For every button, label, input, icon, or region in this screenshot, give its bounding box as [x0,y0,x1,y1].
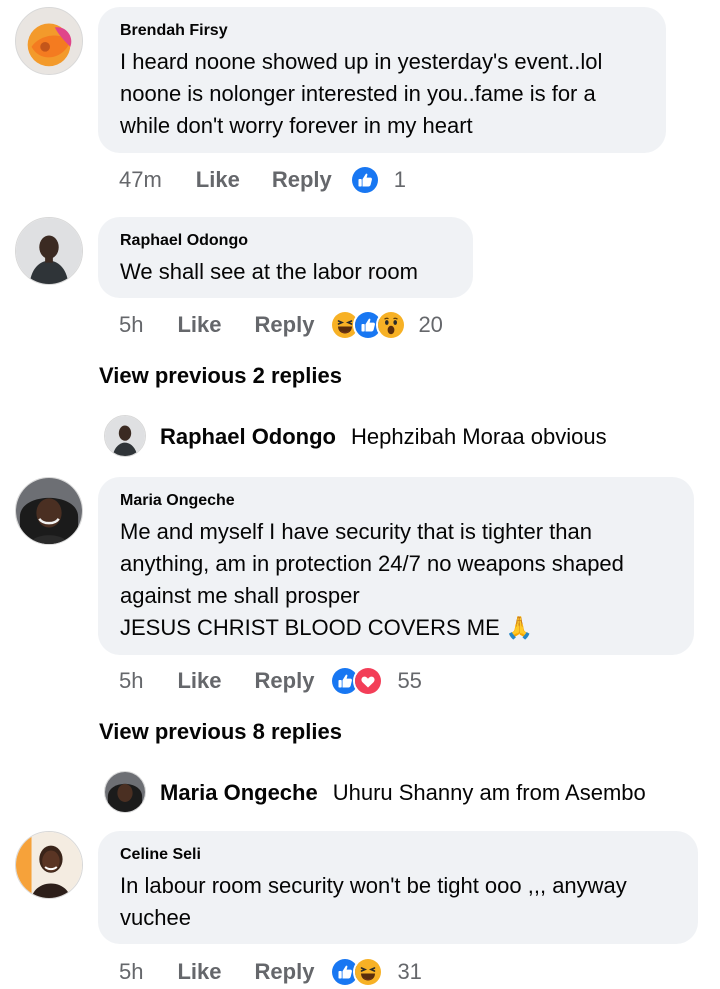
avatar[interactable] [15,831,83,899]
comment-author[interactable]: Maria Ongeche [120,491,672,511]
reply-button[interactable]: Reply [255,668,315,694]
comment-actions: 5h Like Reply 20 [119,310,443,340]
like-button[interactable]: Like [196,167,240,193]
comment-timestamp[interactable]: 5h [119,959,143,985]
comment-author[interactable]: Raphael Odongo [120,231,451,251]
avatar[interactable] [104,415,146,457]
view-previous-replies-link[interactable]: View previous 8 replies [99,719,342,745]
comment-author[interactable]: Brendah Firsy [120,21,644,41]
avatar[interactable] [15,217,83,285]
reply-text: Uhuru Shanny am from Asembo [332,780,646,805]
comment-bubble: Celine Seli In labour room security won'… [98,831,698,944]
reply-button[interactable]: Reply [272,167,332,193]
avatar[interactable] [15,477,83,545]
comment-text: Me and myself I have security that is ti… [120,516,672,644]
reaction-count[interactable]: 31 [397,959,421,985]
reaction-summary[interactable] [330,957,384,987]
reply-author[interactable]: Raphael Odongo [160,424,336,450]
reply-item: Maria Ongeche Uhuru Shanny am from Asemb… [160,780,646,806]
comment-actions: 5h Like Reply 31 [119,957,422,987]
love-reaction-icon [353,666,384,696]
like-button[interactable]: Like [177,312,221,338]
folded-hands-emoji: 🙏 [505,615,534,640]
comment-timestamp[interactable]: 5h [119,312,143,338]
like-button[interactable]: Like [177,668,221,694]
reaction-count[interactable]: 1 [394,167,406,193]
haha-reaction-icon [353,957,384,987]
wow-reaction-icon [376,310,407,340]
reaction-summary[interactable] [330,666,384,696]
view-previous-replies-link[interactable]: View previous 2 replies [99,363,342,389]
reply-button[interactable]: Reply [255,312,315,338]
comment-text-body: Me and myself I have security that is ti… [120,519,624,640]
reaction-count[interactable]: 55 [397,668,421,694]
reply-text: Hephzibah Moraa obvious [351,424,607,449]
comment-text: I heard noone showed up in yesterday's e… [120,49,603,138]
reaction-summary[interactable] [349,165,380,195]
comment-timestamp[interactable]: 47m [119,167,162,193]
comment-bubble: Raphael Odongo We shall see at the labor… [98,217,473,298]
reaction-summary[interactable] [330,310,407,340]
comment-actions: 47m Like Reply 1 [119,165,406,195]
comment-author[interactable]: Celine Seli [120,845,676,865]
avatar[interactable] [15,7,83,75]
comment-bubble: Maria Ongeche Me and myself I have secur… [98,477,694,655]
avatar[interactable] [104,771,146,813]
comment-text: In labour room security won't be tight o… [120,873,627,930]
like-button[interactable]: Like [177,959,221,985]
comment-timestamp[interactable]: 5h [119,668,143,694]
reply-button[interactable]: Reply [255,959,315,985]
comment-bubble: Brendah Firsy I heard noone showed up in… [98,7,666,153]
reply-item: Raphael Odongo Hephzibah Moraa obvious [160,424,607,450]
comment-text: We shall see at the labor room [120,259,418,284]
comment-actions: 5h Like Reply 55 [119,666,422,696]
like-reaction-icon [349,165,380,195]
reply-author[interactable]: Maria Ongeche [160,780,318,806]
reaction-count[interactable]: 20 [418,312,442,338]
